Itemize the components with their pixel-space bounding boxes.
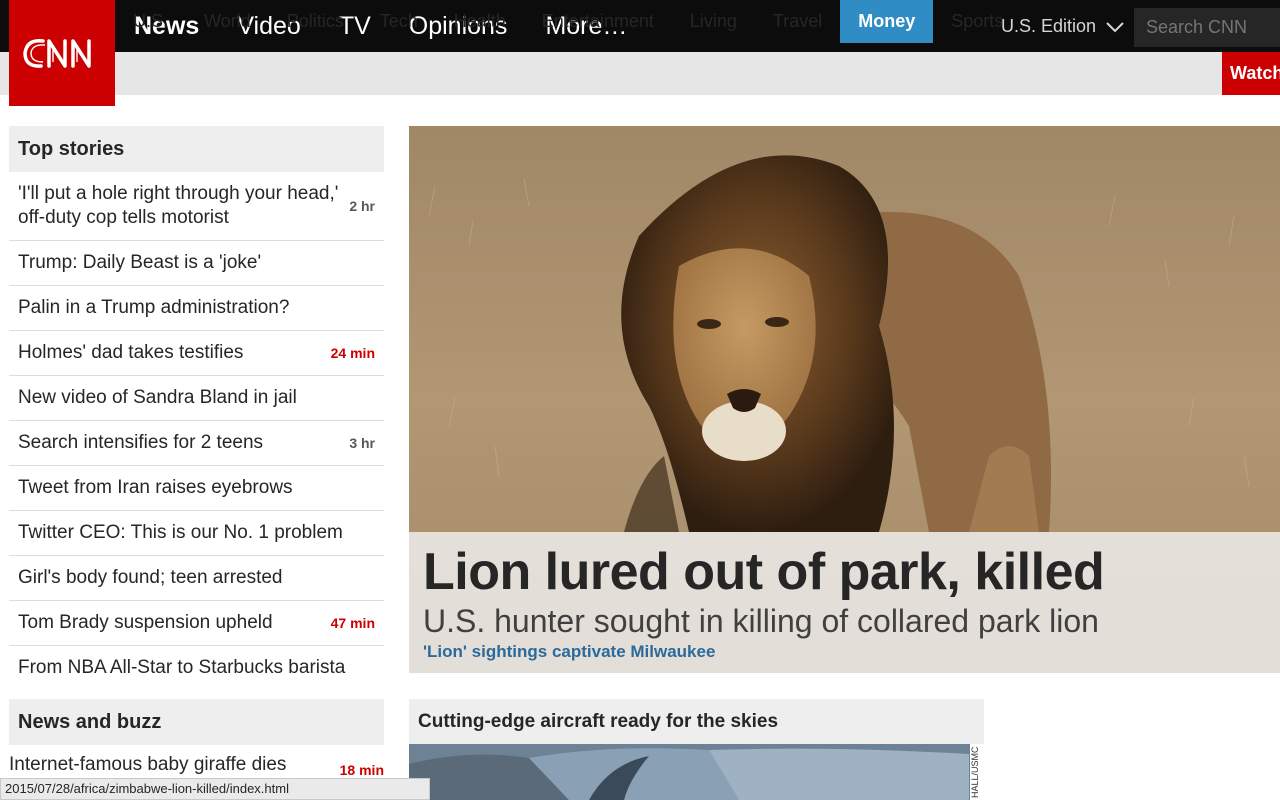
story-item[interactable]: From NBA All-Star to Starbucks barista	[9, 646, 384, 690]
cnn-logo[interactable]	[9, 0, 115, 106]
hero-story[interactable]: Lion lured out of park, killed U.S. hunt…	[409, 126, 1280, 673]
story-title[interactable]: Tom Brady suspension upheld	[18, 611, 273, 635]
section-travel[interactable]: Travel	[755, 0, 840, 43]
section-living[interactable]: Living	[672, 0, 755, 43]
story-title[interactable]: 'I'll put a hole right through your head…	[18, 182, 339, 230]
section-us[interactable]: U.S.	[115, 0, 186, 43]
section-tech[interactable]: Tech	[362, 0, 436, 43]
story-item[interactable]: Tom Brady suspension upheld 47 min	[9, 601, 384, 646]
aircraft-image[interactable]	[409, 744, 984, 800]
section-politics[interactable]: Politics	[269, 0, 362, 43]
top-stories-heading: Top stories	[9, 126, 384, 172]
story-time: 3 hr	[349, 435, 375, 451]
browser-status-url: 2015/07/28/africa/zimbabwe-lion-killed/i…	[0, 778, 430, 800]
watch-live-button[interactable]: Watch	[1222, 52, 1280, 95]
story-item[interactable]: Palin in a Trump administration?	[9, 286, 384, 331]
section-health[interactable]: Health	[436, 0, 524, 43]
hero-subheadline[interactable]: U.S. hunter sought in killing of collare…	[423, 602, 1266, 640]
story-time: 24 min	[330, 345, 375, 361]
chevron-down-icon	[1106, 21, 1124, 32]
story-item[interactable]: Search intensifies for 2 teens 3 hr	[9, 421, 384, 466]
hero-headline[interactable]: Lion lured out of park, killed	[423, 542, 1266, 602]
story-title[interactable]: Palin in a Trump administration?	[18, 296, 289, 320]
news-buzz-heading: News and buzz	[9, 699, 384, 745]
section-world[interactable]: World	[186, 0, 269, 43]
card-headline[interactable]: Cutting-edge aircraft ready for the skie…	[409, 699, 984, 744]
story-item[interactable]: Trump: Daily Beast is a 'joke'	[9, 241, 384, 286]
top-stories-list: 'I'll put a hole right through your head…	[9, 172, 384, 690]
story-title[interactable]: Holmes' dad takes testifies	[18, 341, 243, 365]
story-item[interactable]: New video of Sandra Bland in jail	[9, 376, 384, 421]
section-entertainment[interactable]: Entertainment	[524, 0, 672, 43]
search-input[interactable]	[1134, 8, 1280, 47]
aircraft-photo	[409, 744, 984, 800]
story-title[interactable]: Twitter CEO: This is our No. 1 problem	[18, 521, 343, 545]
cnn-logo-icon	[23, 39, 91, 68]
story-title[interactable]: Search intensifies for 2 teens	[18, 431, 263, 455]
story-item[interactable]: Tweet from Iran raises eyebrows	[9, 466, 384, 511]
section-sports[interactable]: Sports	[933, 0, 1021, 43]
story-title[interactable]: New video of Sandra Bland in jail	[18, 386, 297, 410]
section-nav-bar	[0, 52, 1280, 95]
story-item[interactable]: Girl's body found; teen arrested	[9, 556, 384, 601]
story-time: 47 min	[330, 615, 375, 631]
story-title[interactable]: From NBA All-Star to Starbucks barista	[18, 656, 345, 680]
story-title[interactable]: Tweet from Iran raises eyebrows	[18, 476, 293, 500]
hero-related-link[interactable]: 'Lion' sightings captivate Milwaukee	[423, 640, 1266, 664]
story-title[interactable]: Girl's body found; teen arrested	[18, 566, 283, 590]
story-item[interactable]: Twitter CEO: This is our No. 1 problem	[9, 511, 384, 556]
story-title[interactable]: Internet-famous baby giraffe dies	[9, 754, 286, 778]
story-item[interactable]: 'I'll put a hole right through your head…	[9, 172, 384, 241]
story-title[interactable]: Trump: Daily Beast is a 'joke'	[18, 251, 261, 275]
story-item[interactable]: Internet-famous baby giraffe dies 18 min	[9, 754, 384, 778]
photo-credit: HALL/USMC	[970, 744, 984, 800]
section-money[interactable]: Money	[840, 0, 934, 43]
story-time: 2 hr	[349, 198, 375, 214]
story-item[interactable]: Holmes' dad takes testifies 24 min	[9, 331, 384, 376]
story-time: 18 min	[339, 762, 384, 778]
hero-caption: Lion lured out of park, killed U.S. hunt…	[409, 532, 1280, 673]
section-nav: U.S. World Politics Tech Health Entertai…	[115, 0, 1021, 43]
